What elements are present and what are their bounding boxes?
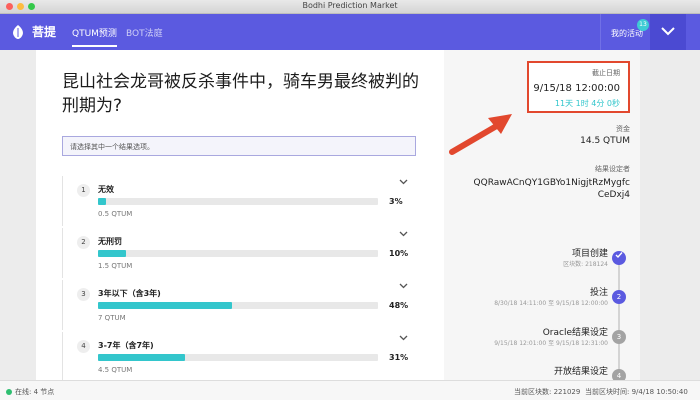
current-block-count: 当前区块数: 221029 <box>514 388 581 396</box>
select-option-hint: 请选择其中一个结果选项。 <box>62 136 416 156</box>
option-amount: 7 QTUM <box>98 314 126 322</box>
option-name: 3-7年（含7年) <box>98 341 154 350</box>
option-percentage: 48% <box>389 301 409 310</box>
top-navbar: 菩提 QTUM预测 BOT法庭 我的活动 13 <box>0 14 700 50</box>
check-icon <box>615 252 623 259</box>
result-setter-label: 结果设定者 <box>595 165 630 173</box>
current-block-time: 当前区块时间: 9/4/18 10:50:40 <box>585 388 688 396</box>
my-activity-button[interactable]: 我的活动 13 <box>600 14 650 50</box>
option-amount: 1.5 QTUM <box>98 262 133 270</box>
option-progress-fill <box>98 198 107 205</box>
option-progress-fill <box>98 354 185 361</box>
event-detail-card: 昆山社会龙哥被反杀事件中，骑车男最终被判的刑期为? 请选择其中一个结果选项。 1… <box>36 50 444 380</box>
event-question: 昆山社会龙哥被反杀事件中，骑车男最终被判的刑期为? <box>62 72 419 116</box>
option-number: 2 <box>77 236 90 249</box>
window-titlebar: Bodhi Prediction Market <box>0 0 700 14</box>
option-percentage: 10% <box>389 249 409 258</box>
network-status: 在线: 4 节点 <box>6 387 54 397</box>
funds-value: 14.5 QTUM <box>580 136 630 146</box>
option-progress-track <box>98 198 378 205</box>
option-name: 3年以下（含3年) <box>98 289 161 298</box>
funds-label: 资金 <box>616 125 630 133</box>
option-name: 无刑罚 <box>98 237 122 246</box>
option-progress-fill <box>98 302 233 309</box>
result-setter-address: QQRawACnQY1GBYo1NigjtRzMygfcCeDxj4 <box>473 178 630 200</box>
app-logo[interactable]: 菩提 <box>10 23 56 40</box>
option-percentage: 31% <box>389 353 409 362</box>
timeline-step-3-title: Oracle结果设定 <box>542 328 608 338</box>
option-number: 3 <box>77 288 90 301</box>
timeline-step-2-title: 投注 <box>589 288 608 298</box>
timeline-step-3-subtitle: 9/15/18 12:01:00 至 9/15/18 12:31:00 <box>494 340 608 347</box>
timeline-step-3-marker: 3 <box>612 330 626 344</box>
option-progress-track <box>98 250 378 257</box>
option-amount: 0.5 QTUM <box>98 210 133 218</box>
timeline-step-2-subtitle: 8/30/18 14:11:00 至 9/15/18 12:00:00 <box>494 300 608 307</box>
timeline-step-1-marker <box>612 251 626 265</box>
timeline-step-2-marker: 2 <box>612 290 626 304</box>
option-progress-fill <box>98 250 126 257</box>
chevron-down-icon[interactable] <box>399 335 408 341</box>
online-nodes-text: 在线: 4 节点 <box>15 388 55 396</box>
chevron-down-icon <box>661 27 675 36</box>
tab-bot-court[interactable]: BOT法庭 <box>126 26 163 39</box>
outcome-option-2[interactable]: 2 无刑罚 10% 1.5 QTUM <box>62 228 416 278</box>
timeline-step-1-title: 项目创建 <box>571 249 608 259</box>
outcome-option-1[interactable]: 1 无效 3% 0.5 QTUM <box>62 176 416 226</box>
timeline-step-4-title: 开放结果设定 <box>553 367 608 377</box>
logo-text: 菩提 <box>32 25 57 39</box>
deadline-remaining: 11天 1时 4分 0秒 <box>554 99 620 108</box>
timeline-step-1-subtitle: 区块数: 218124 <box>563 261 608 268</box>
activity-count-badge: 13 <box>637 19 649 31</box>
chevron-down-icon[interactable] <box>399 283 408 289</box>
bodhi-leaf-icon <box>13 24 23 39</box>
chevron-down-icon[interactable] <box>399 179 408 185</box>
my-activity-label: 我的活动 <box>611 29 643 38</box>
window-title: Bodhi Prediction Market <box>302 1 398 10</box>
deadline-box: 截止日期 9/15/18 12:00:00 11天 1时 4分 0秒 <box>527 61 630 113</box>
online-indicator-icon <box>6 389 12 395</box>
option-amount: 4.5 QTUM <box>98 366 133 374</box>
option-name: 无效 <box>98 185 114 194</box>
chevron-down-icon[interactable] <box>399 231 408 237</box>
status-bar: 在线: 4 节点 当前区块数: 221029 当前区块时间: 9/4/18 10… <box>0 380 700 400</box>
option-percentage: 3% <box>389 197 403 206</box>
option-progress-track <box>98 302 378 309</box>
nav-dropdown-button[interactable] <box>650 14 686 50</box>
option-number: 1 <box>77 184 90 197</box>
deadline-value: 9/15/18 12:00:00 <box>533 83 620 94</box>
outcome-option-4[interactable]: 4 3-7年（含7年) 31% 4.5 QTUM <box>62 332 416 380</box>
outcome-option-3[interactable]: 3 3年以下（含3年) 48% 7 QTUM <box>62 280 416 330</box>
timeline-line <box>618 256 620 380</box>
deadline-label: 截止日期 <box>592 69 620 77</box>
option-number: 4 <box>77 340 90 353</box>
option-progress-track <box>98 354 378 361</box>
tab-qtum-predict[interactable]: QTUM预测 <box>72 26 117 47</box>
